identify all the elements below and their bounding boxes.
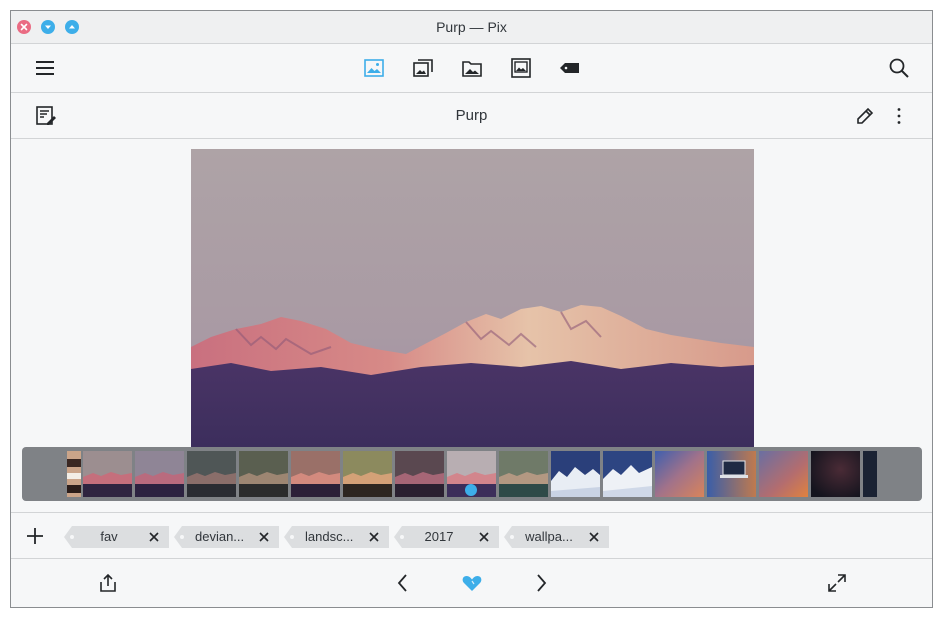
previous-icon[interactable] <box>392 572 414 594</box>
fullscreen-icon[interactable] <box>826 572 848 594</box>
thumbnail[interactable] <box>863 451 877 497</box>
next-icon[interactable] <box>530 572 552 594</box>
thumbnail[interactable] <box>499 451 548 497</box>
search-icon[interactable] <box>888 57 910 79</box>
app-window: Purp — Pix Purp fav devian... landsc... … <box>10 10 933 608</box>
favorite-heart-icon[interactable] <box>461 572 483 594</box>
current-item-indicator <box>465 484 477 496</box>
hamburger-menu-icon[interactable] <box>34 57 56 79</box>
bottom-toolbar <box>11 559 932 607</box>
image-header-bar: Purp <box>11 93 932 139</box>
share-icon[interactable] <box>97 572 119 594</box>
thumbnail[interactable] <box>83 451 132 497</box>
close-icon[interactable] <box>257 530 271 544</box>
thumbnail[interactable] <box>343 451 392 497</box>
thumbnail[interactable] <box>603 451 652 497</box>
thumbnail[interactable] <box>811 451 860 497</box>
main-photo[interactable] <box>191 149 754 459</box>
tag-label: wallpa... <box>525 529 573 544</box>
overflow-menu-icon[interactable] <box>888 105 910 127</box>
pencil-icon[interactable] <box>854 105 876 127</box>
thumbnail[interactable] <box>135 451 184 497</box>
tag-label: landsc... <box>305 529 353 544</box>
window-title: Purp — Pix <box>436 19 507 35</box>
tag-label: 2017 <box>424 529 454 544</box>
close-icon[interactable] <box>147 530 161 544</box>
tag-icon[interactable] <box>559 57 581 79</box>
thumbnail[interactable] <box>551 451 600 497</box>
tag-label: fav <box>100 529 118 544</box>
main-toolbar <box>11 44 932 93</box>
collections-icon[interactable] <box>412 57 434 79</box>
plus-icon[interactable] <box>24 525 46 547</box>
thumbnail[interactable] <box>395 451 444 497</box>
image-viewer <box>11 139 932 512</box>
thumbnail[interactable] <box>67 451 81 497</box>
close-icon[interactable] <box>477 530 491 544</box>
thumbnail[interactable] <box>759 451 808 497</box>
close-icon[interactable] <box>587 530 601 544</box>
close-icon[interactable] <box>367 530 381 544</box>
image-title: Purp <box>455 107 488 124</box>
thumbnail-strip[interactable] <box>22 447 922 501</box>
gallery-icon[interactable] <box>510 57 532 79</box>
thumbnail[interactable] <box>655 451 704 497</box>
thumbnail[interactable] <box>239 451 288 497</box>
thumbnail[interactable] <box>187 451 236 497</box>
thumbnail[interactable] <box>291 451 340 497</box>
tag-label: devian... <box>195 529 243 544</box>
folder-icon[interactable] <box>461 57 483 79</box>
tags-bar: fav devian... landsc... 2017 wallpa... <box>11 512 932 559</box>
thumbnail[interactable] <box>707 451 756 497</box>
title-bar: Purp — Pix <box>11 11 932 44</box>
image-icon[interactable] <box>363 57 385 79</box>
